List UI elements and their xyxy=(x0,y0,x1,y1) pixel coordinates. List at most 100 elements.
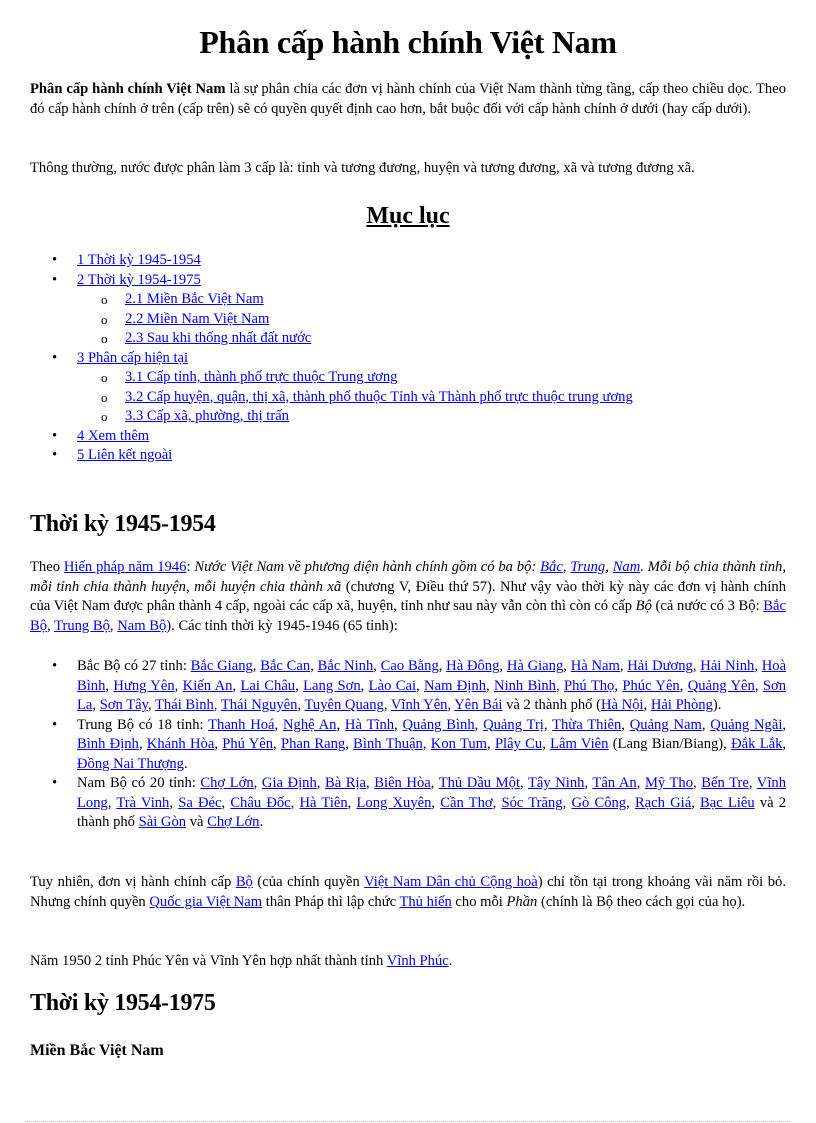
province-link[interactable]: Lâm Viên xyxy=(550,736,608,752)
province-link[interactable]: Tây Ninh xyxy=(528,775,584,791)
toc-item: • 4 Xem thêm xyxy=(30,427,786,447)
toc-link[interactable]: 2.3 Sau khi thống nhất đất nước xyxy=(125,330,311,346)
province-link[interactable]: Kon Tum xyxy=(431,736,487,752)
province-link[interactable]: Bà Rịa xyxy=(325,775,366,791)
province-link[interactable]: Phúc Yên xyxy=(622,678,679,694)
link-constitution-1946[interactable]: Hiến pháp năm 1946 xyxy=(64,559,187,575)
province-link[interactable]: Nam Định xyxy=(424,678,486,694)
province-link[interactable]: Hà Giang xyxy=(507,658,563,674)
province-link[interactable]: Quảng Trị xyxy=(483,717,544,733)
province-link[interactable]: Bạc Liêu xyxy=(700,795,755,811)
province-link[interactable]: Gia Định xyxy=(262,775,317,791)
province-link[interactable]: Sơn Tây xyxy=(100,697,148,713)
province-link[interactable]: Biên Hòa xyxy=(374,775,430,791)
province-link[interactable]: Tân An xyxy=(592,775,636,791)
vinh-phuc-paragraph: Năm 1950 2 tỉnh Phúc Yên và Vĩnh Yên hợp… xyxy=(30,952,786,972)
toc-link[interactable]: 2.2 Miền Nam Việt Nam xyxy=(125,311,269,327)
province-link[interactable]: Ninh Bình xyxy=(494,678,556,694)
province-link[interactable]: Quảng Yên xyxy=(688,678,755,694)
province-link[interactable]: Phan Rang xyxy=(281,736,345,752)
link-quoc-gia-viet-nam[interactable]: Quốc gia Việt Nam xyxy=(149,894,262,910)
subsection-heading-mien-bac: Miền Bắc Việt Nam xyxy=(30,1042,164,1059)
toc-link[interactable]: 3.1 Cấp tỉnh, thành phố trực thuộc Trung… xyxy=(125,369,397,385)
province-link[interactable]: Lai Châu xyxy=(240,678,295,694)
toc-link[interactable]: 2.1 Miền Bắc Việt Nam xyxy=(125,291,264,307)
province-link[interactable]: Khánh Hòa xyxy=(147,736,215,752)
toc-item: • 5 Liên kết ngoài xyxy=(30,446,786,466)
province-link[interactable]: Bến Tre xyxy=(701,775,749,791)
toc-link[interactable]: 2 Thời kỳ 1954-1975 xyxy=(77,272,201,288)
city-link[interactable]: Hải Phòng xyxy=(651,697,713,713)
province-link[interactable]: Sóc Trăng xyxy=(501,795,562,811)
province-link[interactable]: Kiến An xyxy=(183,678,233,694)
province-link[interactable]: Hà Tiên xyxy=(299,795,347,811)
province-link[interactable]: Hưng Yên xyxy=(113,678,174,694)
province-link[interactable]: Cần Thơ xyxy=(440,795,492,811)
province-link[interactable]: Bình Thuận xyxy=(353,736,423,752)
link-bac[interactable]: Bắc xyxy=(540,559,563,575)
province-link[interactable]: Hải Dương xyxy=(627,658,693,674)
province-link[interactable]: Thái Bình xyxy=(155,697,214,713)
link-thu-hien[interactable]: Thủ hiến xyxy=(399,894,451,910)
province-link[interactable]: Quảng Ngãi xyxy=(710,717,782,733)
link-trung[interactable]: Trung xyxy=(570,559,605,575)
province-link[interactable]: Hà Đông xyxy=(446,658,499,674)
text: và xyxy=(186,814,208,830)
province-link[interactable]: Hải Ninh xyxy=(700,658,754,674)
province-link[interactable]: Phú Yên xyxy=(222,736,273,752)
province-link[interactable]: Quảng Nam xyxy=(630,717,702,733)
toc-link[interactable]: 3 Phân cấp hiện tại xyxy=(77,350,188,366)
toc-link[interactable]: 3.3 Cấp xã, phường, thị trấn xyxy=(125,408,289,424)
link-vndcch[interactable]: Việt Nam Dân chủ Cộng hoà xyxy=(364,874,538,890)
province-link[interactable]: Thủ Dầu Một xyxy=(439,775,520,791)
province-link[interactable]: Thái Nguyên xyxy=(221,697,298,713)
city-link[interactable]: Chợ Lớn xyxy=(207,814,259,830)
province-link[interactable]: Sa Đéc xyxy=(178,795,221,811)
province-link[interactable]: Bình Định xyxy=(77,736,139,752)
text: , xyxy=(643,697,651,713)
province-link[interactable]: Gò Công xyxy=(571,795,626,811)
intro-bold-term: Phân cấp hành chính Việt Nam xyxy=(30,81,226,97)
province-link[interactable]: Phú Thọ xyxy=(564,678,614,694)
province-link[interactable]: Trà Vinh xyxy=(116,795,169,811)
province-link[interactable]: Thanh Hoá xyxy=(208,717,274,733)
toc-link[interactable]: 5 Liên kết ngoài xyxy=(77,447,172,463)
province-link[interactable]: Yên Bái xyxy=(454,697,502,713)
province-link[interactable]: Bắc Giang xyxy=(191,658,253,674)
city-link[interactable]: Sài Gòn xyxy=(139,814,186,830)
city-link[interactable]: Đồng Nai Thượng xyxy=(77,756,184,772)
province-link[interactable]: Bắc Ninh xyxy=(318,658,374,674)
province-link[interactable]: Vĩnh Yên xyxy=(391,697,448,713)
toc-title-text: Mục lục xyxy=(366,203,450,229)
province-link[interactable]: Tuyên Quang xyxy=(305,697,384,713)
text: (Lang Bian/Biang), xyxy=(608,736,732,752)
toc-item: • 1 Thời kỳ 1945-1954 xyxy=(30,251,786,271)
province-link[interactable]: Plây Cu xyxy=(495,736,542,752)
province-link[interactable]: Hà Tĩnh xyxy=(345,717,394,733)
city-link[interactable]: Đắk Lắk xyxy=(731,736,782,752)
province-link[interactable]: Nghệ An xyxy=(283,717,336,733)
province-link[interactable]: Lang Sơn xyxy=(303,678,361,694)
link-nam[interactable]: Nam xyxy=(613,559,641,575)
city-link[interactable]: Hà Nội xyxy=(601,697,644,713)
toc-link[interactable]: 3.2 Cấp huyện, quận, thị xã, thành phố t… xyxy=(125,389,633,405)
province-link[interactable]: Long Xuyên xyxy=(357,795,432,811)
province-link[interactable]: Rạch Giá xyxy=(635,795,691,811)
link-trung-bo[interactable]: Trung Bộ xyxy=(54,618,110,634)
province-link[interactable]: Châu Đốc xyxy=(230,795,290,811)
link-vinh-phuc[interactable]: Vĩnh Phúc xyxy=(387,953,449,969)
province-link[interactable]: Cao Bằng xyxy=(381,658,439,674)
province-link[interactable]: Chợ Lớn xyxy=(200,775,253,791)
province-link[interactable]: Quảng Bình xyxy=(403,717,475,733)
province-link[interactable]: Lào Cai xyxy=(369,678,416,694)
province-link[interactable]: Thừa Thiên xyxy=(552,717,621,733)
province-link[interactable]: Mỹ Tho xyxy=(645,775,693,791)
province-link[interactable]: Hà Nam xyxy=(571,658,620,674)
link-nam-bo[interactable]: Nam Bộ xyxy=(117,618,166,634)
toc-link[interactable]: 4 Xem thêm xyxy=(77,428,149,444)
section-heading-1954-1975: Thời kỳ 1954-1975 xyxy=(30,990,216,1016)
toc-link[interactable]: 1 Thời kỳ 1945-1954 xyxy=(77,252,201,268)
province-link[interactable]: Bắc Can xyxy=(260,658,310,674)
bullet-icon: • xyxy=(52,658,58,674)
link-bo[interactable]: Bộ xyxy=(236,874,253,890)
